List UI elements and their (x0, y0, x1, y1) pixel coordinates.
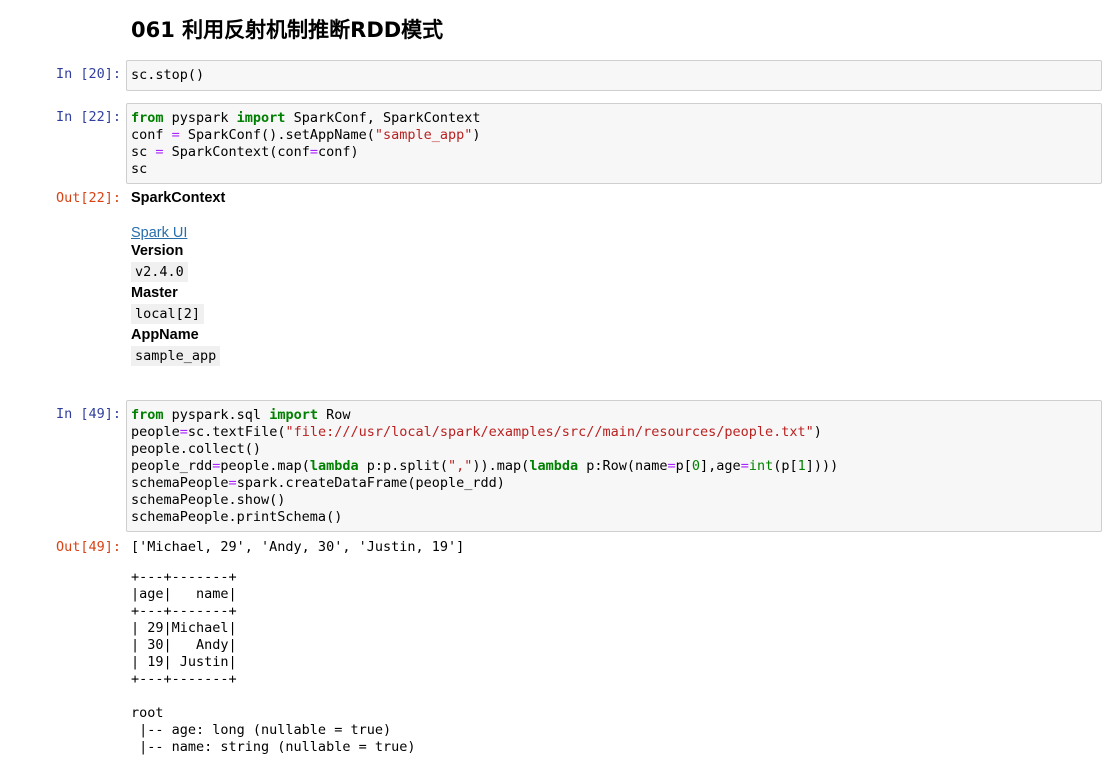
code-line: sc = SparkContext(conf=conf) (131, 144, 359, 160)
master-value: local[2] (131, 304, 205, 324)
code-line: people_rdd=people.map(lambda p:p.split("… (131, 458, 839, 474)
code-line: schemaPeople.show() (131, 492, 286, 508)
code-cell-input[interactable]: from pyspark.sql import Row people=sc.tex… (126, 400, 1102, 532)
input-prompt: In [22]: (55, 109, 121, 125)
code-line: sc (131, 161, 148, 177)
master-label: Master (131, 285, 178, 301)
code-line: people=sc.textFile("file:///usr/local/sp… (131, 424, 822, 440)
code-line: from pyspark import SparkConf, SparkCont… (131, 110, 481, 126)
version-value: v2.4.0 (131, 262, 188, 282)
table-row: | 29|Michael| (131, 620, 237, 636)
output-prompt: Out[49]: (55, 539, 121, 555)
table-border-line: +---+-------+ (131, 603, 237, 619)
code-line: schemaPeople.printSchema() (131, 509, 343, 525)
spark-ui-link[interactable]: Spark UI (131, 225, 187, 241)
input-prompt: In [49]: (55, 406, 121, 422)
appname-label: AppName (131, 327, 199, 343)
sparkcontext-output: SparkContext Spark UI Version v2.4.0 Mas… (131, 190, 225, 368)
table-border-line: +---+-------+ (131, 569, 237, 585)
code-line: from pyspark.sql import Row (131, 407, 351, 423)
table-header-line: |age| name| (131, 586, 237, 602)
table-border-line: +---+-------+ (131, 671, 237, 687)
output-heading: SparkContext (131, 190, 226, 206)
code-line: sc.stop() (131, 67, 205, 83)
schema-field: |-- name: string (nullable = true) (131, 739, 416, 755)
collect-output: ['Michael, 29', 'Andy, 30', 'Justin, 19'… (131, 539, 465, 555)
code-line: schemaPeople=spark.createDataFrame(peopl… (131, 475, 505, 491)
code-line: conf = SparkConf().setAppName("sample_ap… (131, 127, 481, 143)
code-cell-input[interactable]: from pyspark import SparkConf, SparkCont… (126, 103, 1102, 184)
cell-output-text: ['Michael, 29', 'Andy, 30', 'Justin, 19'… (131, 539, 464, 756)
table-row: | 30| Andy| (131, 637, 237, 653)
code-line: people.collect() (131, 441, 262, 457)
code-cell-input[interactable]: sc.stop() (126, 60, 1102, 91)
schema-root: root (131, 705, 164, 721)
table-row: | 19| Justin| (131, 654, 237, 670)
version-label: Version (131, 243, 184, 259)
notebook-title: 061 利用反射机制推断RDD模式 (131, 18, 444, 42)
appname-value: sample_app (131, 346, 221, 366)
input-prompt: In [20]: (55, 66, 121, 82)
output-prompt: Out[22]: (55, 190, 121, 206)
schema-field: |-- age: long (nullable = true) (131, 722, 392, 738)
